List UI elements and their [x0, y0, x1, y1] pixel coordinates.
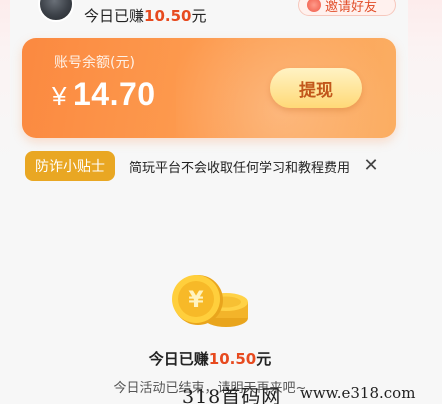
empty-earned-prefix: 今日已赚: [148, 350, 209, 368]
today-earned-prefix: 今日已赚: [84, 7, 145, 25]
anti-fraud-tip-bar: 防诈小贴士 简玩平台不会收取任何学习和教程费用 ✕: [22, 150, 396, 182]
balance-card: 账号余额(元) ¥14.70 提现: [22, 38, 396, 138]
today-earned-amount: 10.50: [144, 7, 192, 25]
withdraw-button[interactable]: 提现: [270, 68, 362, 108]
invite-friends-button[interactable]: 邀请好友: [298, 0, 396, 16]
balance-value: 14.70: [72, 76, 156, 112]
gold-coins-icon: ¥: [172, 275, 248, 327]
balance-amount: ¥14.70: [52, 76, 156, 113]
today-earned-suffix: 元: [191, 7, 207, 25]
balance-label: 账号余额(元): [54, 55, 135, 71]
close-icon[interactable]: ✕: [360, 154, 382, 176]
tip-text: 简玩平台不会收取任何学习和教程费用: [129, 160, 351, 176]
currency-symbol: ¥: [52, 81, 67, 111]
empty-state-earned: 今日已赚10.50元: [0, 348, 420, 369]
empty-earned-amount: 10.50: [208, 350, 257, 368]
empty-earned-suffix: 元: [256, 350, 272, 368]
watermark-left: 318首码网: [182, 386, 282, 404]
invite-label: 邀请好友: [325, 0, 378, 15]
watermark-right: www.e318.com: [300, 384, 416, 402]
gift-icon: [307, 0, 321, 12]
svg-text:¥: ¥: [188, 288, 204, 313]
tip-badge: 防诈小贴士: [25, 151, 115, 181]
today-earned-header: 今日已赚10.50元: [84, 6, 206, 26]
